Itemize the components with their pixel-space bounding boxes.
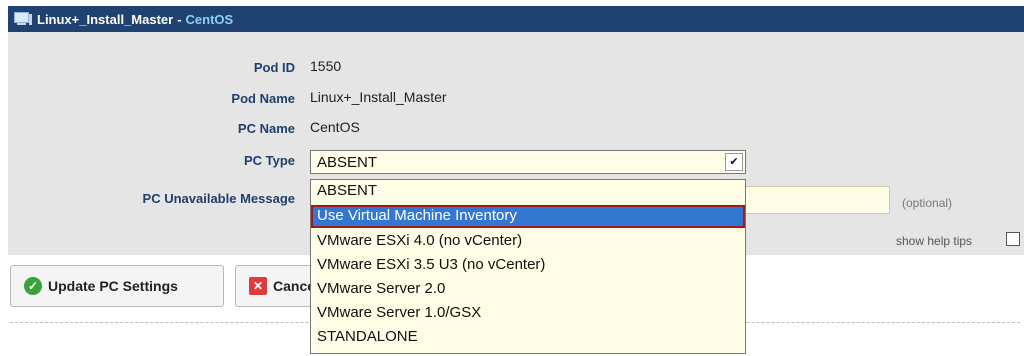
pc-type-dropdown-list: ABSENT Use Virtual Machine Inventory VMw… <box>310 179 746 354</box>
window-titlebar: Linux+_Install_Master - CentOS <box>8 6 1024 32</box>
update-pc-settings-button[interactable]: ✓ Update PC Settings <box>10 265 224 307</box>
window-title: Linux+_Install_Master <box>37 11 174 27</box>
close-icon: ✕ <box>249 277 267 295</box>
cancel-button-label: Cancel <box>273 278 315 294</box>
dropdown-option-vmware-esxi-4[interactable]: VMware ESXi 4.0 (no vCenter) <box>311 230 745 253</box>
pod-id-value: 1550 <box>310 58 342 74</box>
pod-id-label: Pod ID <box>253 60 295 75</box>
update-button-label: Update PC Settings <box>48 278 178 294</box>
pc-type-select[interactable]: ABSENT ✔︎ <box>310 150 746 174</box>
pc-unavailable-message-label: PC Unavailable Message <box>142 191 295 206</box>
chevron-down-icon[interactable]: ✔︎ <box>725 153 743 171</box>
pod-name-label: Pod Name <box>231 91 295 106</box>
cancel-button[interactable]: ✕ Cancel <box>235 265 315 307</box>
pc-name-value: CentOS <box>310 119 360 135</box>
computer-icon <box>14 12 32 26</box>
pc-type-label: PC Type <box>243 153 295 168</box>
pc-unavailable-message-input[interactable] <box>740 186 890 214</box>
pod-name-value: Linux+_Install_Master <box>310 89 447 105</box>
dropdown-option-absent[interactable]: ABSENT <box>311 180 745 203</box>
show-help-tips-label: show help tips <box>896 234 973 248</box>
title-separator: - <box>177 11 182 27</box>
pc-name-label: PC Name <box>237 121 295 136</box>
dropdown-option-standalone[interactable]: STANDALONE <box>311 326 745 349</box>
window-subtitle: CentOS <box>185 11 234 27</box>
optional-hint: (optional) <box>902 196 953 210</box>
show-help-tips-checkbox[interactable] <box>1006 232 1020 246</box>
dropdown-option-use-virtual-machine-inventory[interactable]: Use Virtual Machine Inventory <box>311 205 745 228</box>
dropdown-option-vmware-server-1-gsx[interactable]: VMware Server 1.0/GSX <box>311 302 745 325</box>
check-icon: ✓ <box>24 277 42 295</box>
dropdown-option-vmware-server-2[interactable]: VMware Server 2.0 <box>311 278 745 301</box>
dropdown-option-vmware-esxi-3-5[interactable]: VMware ESXi 3.5 U3 (no vCenter) <box>311 254 745 277</box>
pc-type-selected-value: ABSENT <box>317 154 378 171</box>
